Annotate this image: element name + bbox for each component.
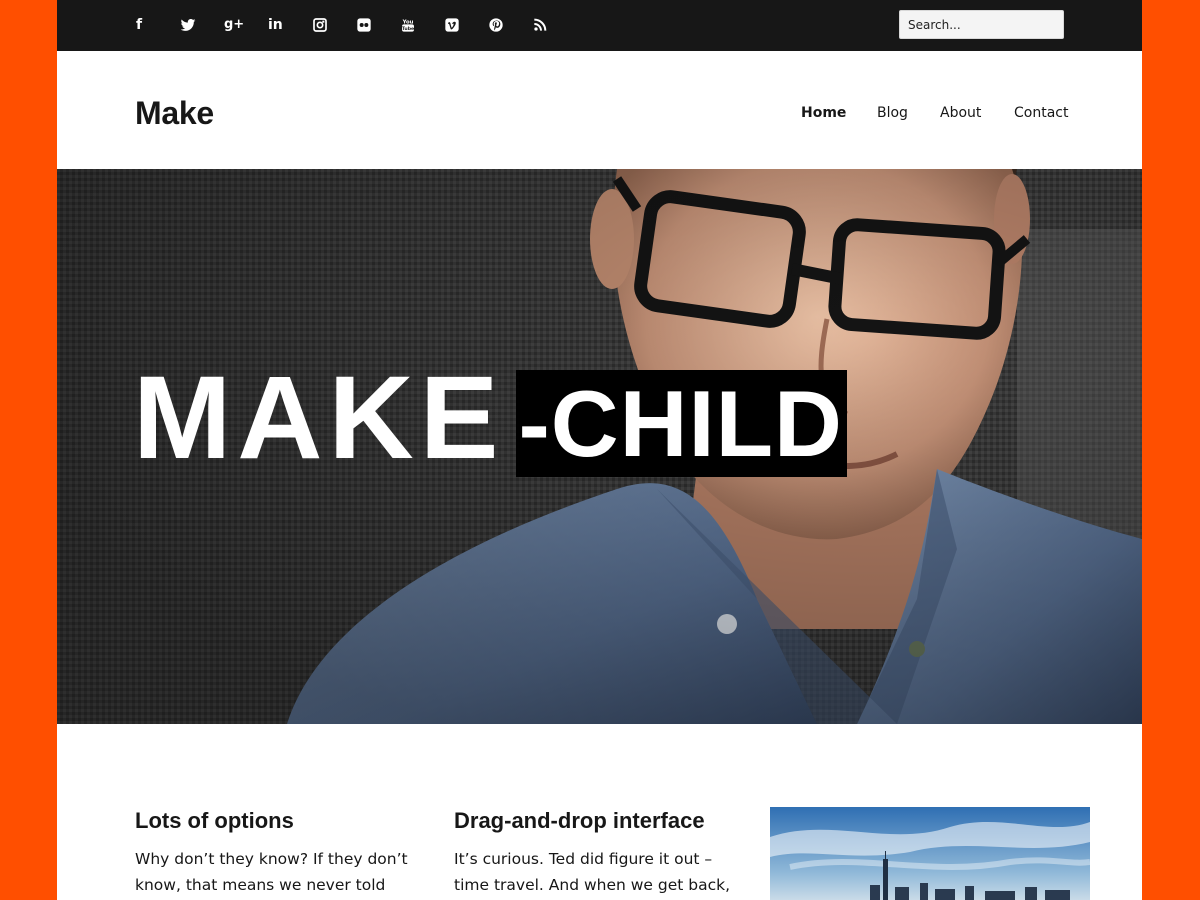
google-plus-icon[interactable]: g+ bbox=[224, 14, 268, 36]
social-bar: f g+ in You Tube bbox=[57, 0, 1142, 51]
youtube-icon[interactable]: You Tube bbox=[400, 14, 444, 36]
site-title[interactable]: Make bbox=[135, 95, 214, 132]
google-plus-icon-glyph: g+ bbox=[224, 17, 245, 32]
linkedin-icon-glyph: in bbox=[268, 17, 283, 33]
hero-title: MAKE -CHILD bbox=[133, 352, 847, 484]
pinterest-icon[interactable] bbox=[488, 14, 532, 36]
feature-column: Lots of options Why don’t they know? If … bbox=[135, 808, 425, 898]
feature-text: Why don’t they know? If they don’t know,… bbox=[135, 850, 408, 894]
feature-section: Lots of options Why don’t they know? If … bbox=[57, 724, 1142, 900]
nav-item-about[interactable]: About bbox=[940, 105, 981, 121]
hero-title-make: MAKE bbox=[133, 352, 505, 484]
page: f g+ in You Tube Search... Make Home Blo… bbox=[57, 0, 1142, 900]
facebook-icon-glyph: f bbox=[136, 17, 143, 33]
hero-banner: MAKE -CHILD bbox=[57, 169, 1142, 724]
linkedin-icon[interactable]: in bbox=[268, 14, 312, 36]
nav-item-blog[interactable]: Blog bbox=[877, 105, 908, 121]
city-skyline-image bbox=[770, 807, 1090, 900]
feature-heading: Lots of options bbox=[135, 808, 294, 833]
feature-column: Drag-and-drop interface It’s curious. Te… bbox=[454, 808, 744, 898]
nav-item-home[interactable]: Home bbox=[801, 105, 846, 121]
facebook-icon[interactable]: f bbox=[136, 14, 180, 36]
instagram-icon[interactable] bbox=[312, 14, 356, 36]
search-input[interactable] bbox=[899, 10, 1064, 39]
social-links: f g+ in You Tube bbox=[136, 14, 576, 36]
feature-text: It’s curious. Ted did figure it out – ti… bbox=[454, 850, 731, 894]
flickr-icon[interactable] bbox=[356, 14, 400, 36]
twitter-icon[interactable] bbox=[180, 14, 224, 36]
vimeo-icon[interactable] bbox=[444, 14, 488, 36]
feature-heading: Drag-and-drop interface bbox=[454, 808, 705, 833]
hero-title-child: -CHILD bbox=[516, 370, 847, 477]
nav-item-contact[interactable]: Contact bbox=[1014, 105, 1068, 121]
site-header: Make Home Blog About Contact bbox=[57, 51, 1142, 169]
rss-icon[interactable] bbox=[532, 14, 576, 36]
svg-text:Tube: Tube bbox=[402, 26, 414, 32]
